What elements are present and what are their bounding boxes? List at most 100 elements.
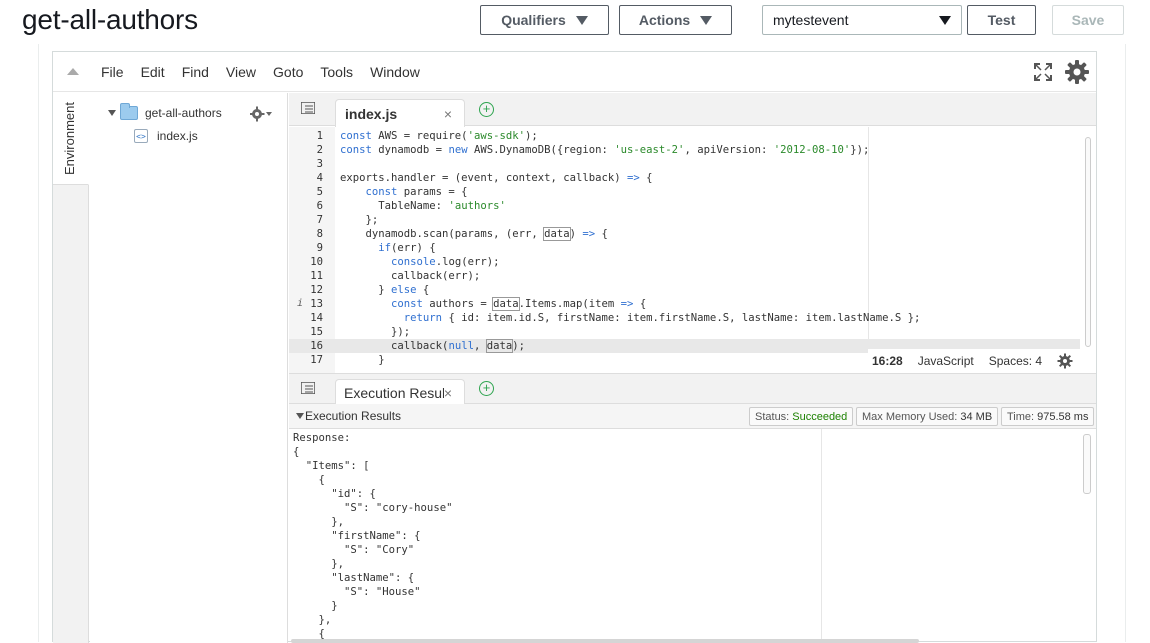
test-button[interactable]: Test [967,5,1036,35]
menu-tools[interactable]: Tools [320,64,353,80]
results-scrollbar[interactable] [1083,434,1091,494]
save-button[interactable]: Save [1052,5,1124,35]
result-line: "S": "Cory" [293,544,415,556]
result-line: "id": { [293,488,376,500]
results-horizontal-scrollbar[interactable] [291,639,919,643]
time-value: 975.58 ms [1037,410,1089,423]
code-line[interactable]: 3 [289,157,1080,171]
language-mode[interactable]: JavaScript [918,354,974,368]
line-number: 9 [316,242,323,254]
code-editor-ide: File Edit Find View Goto Tools Window En… [52,51,1097,643]
qualifiers-button[interactable]: Qualifiers [480,5,609,35]
file-tree: get-all-authors <> index.js [90,93,288,643]
tree-file[interactable]: <> index.js [134,129,198,143]
test-event-select[interactable]: mytestevent [762,5,962,35]
line-number: 16 [310,340,323,352]
editor-tabbar: index.js × + [289,93,1096,127]
memory-value: 34 MB [960,410,993,423]
code-text: if(err) { [378,242,436,254]
result-line: "S": "House" [293,586,421,598]
code-line[interactable]: 6 TableName: 'authors' [289,199,1080,213]
indent-setting[interactable]: Spaces: 4 [989,354,1042,368]
line-number: 11 [310,270,323,282]
tree-settings-gear-icon[interactable] [250,106,272,122]
caret-down-icon [939,15,951,25]
code-line[interactable]: 13 const authors = data.Items.map(item =… [289,297,1080,311]
code-line[interactable]: 15 }); [289,325,1080,339]
tab-label: index.js [345,106,398,122]
tab-list-icon[interactable] [301,102,315,114]
menu-find[interactable]: Find [182,64,209,80]
code-text: TableName: 'authors' [340,200,506,212]
js-file-icon: <> [134,129,148,143]
tab-list-icon[interactable] [301,382,315,394]
folder-label: get-all-authors [145,106,222,120]
code-text: dynamodb.scan(params, (err, data) => { [340,227,608,241]
code-text: callback(null, data); [340,339,525,353]
menu-edit[interactable]: Edit [141,64,165,80]
result-line: "S": "cory-house" [293,502,453,514]
code-line[interactable]: 9 if(err) { [289,241,1080,255]
fullscreen-icon[interactable] [1034,63,1052,81]
result-line: }, [293,558,345,570]
collapse-arrow-icon[interactable] [296,413,304,419]
result-line: { [293,446,300,458]
results-title: Execution Results [305,409,402,423]
results-output[interactable]: Response: { "Items": [ { "id": { "S": "co… [289,429,1096,643]
add-tab-icon[interactable]: + [479,381,494,396]
line-number: 10 [310,256,323,268]
close-icon[interactable]: × [444,106,452,122]
code-area[interactable]: 1 const AWS = require('aws-sdk'); 2 const d… [289,127,1096,373]
status-value: Succeeded [792,410,848,423]
cursor-position[interactable]: 16:28 [872,354,903,368]
code-line[interactable]: 14 return { id: item.id.S, firstName: it… [289,311,1080,325]
menu-view[interactable]: View [226,64,256,80]
code-line[interactable]: 10 console.log(err); [289,255,1080,269]
folder-icon [120,103,138,120]
actions-label: Actions [638,12,691,28]
menu-window[interactable]: Window [370,64,420,80]
code-line[interactable]: 5 const params = { [289,185,1080,199]
menu-goto[interactable]: Goto [273,64,303,80]
time-badge: Time: 975.58 ms [1001,407,1095,426]
menu-file[interactable]: File [101,64,124,80]
code-line[interactable]: 7 }; [289,213,1080,227]
result-line: }, [293,516,345,528]
code-text: const dynamodb = new AWS.DynamoDB({regio… [340,144,870,156]
menubar: File Edit Find View Goto Tools Window [53,52,1096,92]
code-text: const params = { [365,186,468,198]
actions-button[interactable]: Actions [619,5,732,35]
test-event-value: mytestevent [773,12,849,28]
line-number: 13 [310,298,323,310]
tab-execution-results[interactable]: Execution Results × [335,379,465,405]
print-margin [821,429,822,643]
expand-arrow-icon[interactable] [108,110,116,116]
environment-tab[interactable]: Environment [53,93,89,185]
tree-folder[interactable]: get-all-authors [108,103,222,120]
code-line[interactable]: 12 } else { [289,283,1080,297]
close-icon[interactable]: × [444,385,452,401]
info-marker-icon[interactable]: i [297,297,303,311]
collapse-menu-icon[interactable] [67,68,79,75]
code-line[interactable]: 1 const AWS = require('aws-sdk'); [289,129,1080,143]
line-number: 14 [310,312,323,324]
code-line[interactable]: 11 callback(err); [289,269,1080,283]
line-number: 15 [310,326,323,338]
code-line[interactable]: 8 dynamodb.scan(params, (err, data) => { [289,227,1080,241]
environment-strip: Environment [53,93,89,643]
editor-settings-gear-icon[interactable] [1057,353,1073,369]
tab-index-js[interactable]: index.js × [335,99,465,127]
code-line[interactable]: 2 const dynamodb = new AWS.DynamoDB({regi… [289,143,1080,157]
code-scrollbar[interactable] [1085,137,1091,347]
settings-gear-icon[interactable] [1064,59,1090,85]
code-text: } else { [340,284,430,296]
line-number: 7 [316,214,323,226]
code-line[interactable]: 4 exports.handler = (event, context, call… [289,171,1080,185]
line-number: 6 [316,200,323,212]
memory-label: Max Memory Used: [862,410,958,423]
line-number: 5 [316,186,323,198]
line-number: 4 [316,172,323,184]
add-tab-icon[interactable]: + [479,102,494,117]
line-number: 2 [316,144,323,156]
caret-down-icon [575,15,588,25]
